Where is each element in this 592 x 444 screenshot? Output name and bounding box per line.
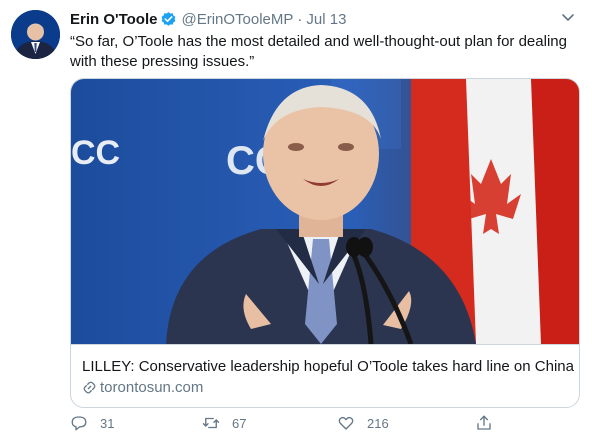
retweet-icon (202, 417, 220, 429)
tweet-actions: 31 67 216 (70, 414, 578, 436)
tweet-header: Erin O'Toole @ErinOTooleMP · Jul 13 (70, 8, 578, 30)
card-domain-label: torontosun.com (100, 379, 204, 396)
retweet-count: 67 (232, 415, 247, 431)
retweet-button[interactable]: 67 (202, 414, 246, 432)
tweet-text: “So far, O’Toole has the most detailed a… (70, 33, 567, 70)
reply-button[interactable]: 31 (70, 414, 114, 432)
card-title[interactable]: LILLEY: Conservative leadership hopeful … (82, 357, 574, 376)
share-icon (477, 415, 491, 430)
link-card[interactable]: CC CC LILLEY: Conservative leadership ho… (70, 78, 580, 408)
tweet-date[interactable]: Jul 13 (306, 11, 346, 28)
verified-badge-icon (160, 11, 177, 28)
header-separator: · (297, 10, 303, 28)
avatar[interactable] (11, 10, 60, 59)
like-icon (338, 416, 354, 430)
card-domain[interactable]: torontosun.com (82, 379, 568, 396)
reply-count: 31 (100, 415, 115, 431)
reply-icon (71, 416, 87, 431)
tweet[interactable]: Erin O'Toole @ErinOTooleMP · Jul 13 “So … (0, 0, 592, 444)
card-image: CC CC (71, 79, 579, 345)
link-icon (82, 380, 97, 395)
card-meta[interactable]: LILLEY: Conservative leadership hopeful … (71, 344, 579, 407)
chevron-down-icon[interactable] (560, 9, 576, 25)
stage-sign-text-left: CC (71, 134, 120, 172)
share-button[interactable] (475, 414, 505, 432)
like-count: 216 (367, 415, 389, 431)
author-handle[interactable]: @ErinOTooleMP (181, 11, 293, 28)
author-name[interactable]: Erin O'Toole (70, 11, 157, 28)
like-button[interactable]: 216 (337, 414, 389, 432)
